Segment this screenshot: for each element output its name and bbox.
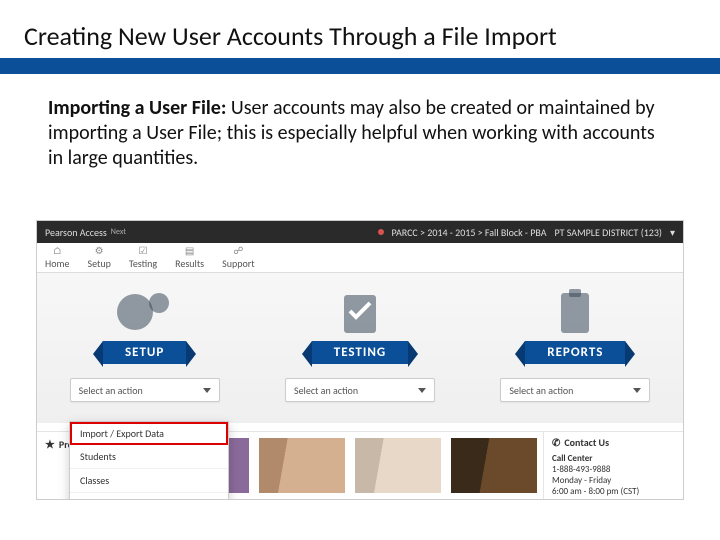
select-label: Select an action [509,384,573,397]
caret-down-icon: ▾ [670,226,675,239]
chart-icon: ▤ [184,246,196,256]
contact-sub: Call Center [552,453,675,464]
caret-down-icon [418,388,426,393]
hero-panels: SETUP Select an action TESTING Select an… [37,273,683,423]
checklist-icon [328,285,392,339]
context-breadcrumb[interactable]: PARCC > 2014 - 2015 > Fall Block - PBA [392,226,547,239]
nav-label: Testing [129,257,157,270]
dropdown-item-students[interactable]: Students [70,445,228,469]
embedded-screenshot: Pearson Access Next PARCC > 2014 - 2015 … [36,220,684,500]
nav-support[interactable]: ☍ Support [222,246,254,270]
body-text: Importing a User File: User accounts may… [48,96,672,171]
panel-ribbon: TESTING [312,341,408,364]
district-selector[interactable]: PT SAMPLE DISTRICT (123) [555,226,662,239]
setup-action-dropdown: Import / Export Data Students Classes Or… [69,421,229,500]
caret-down-icon [633,388,641,393]
panel-setup: SETUP Select an action [55,285,235,402]
dropdown-item-organizations[interactable]: Organizations [70,493,228,500]
nav-results[interactable]: ▤ Results [175,246,204,270]
nav-label: Results [175,257,204,270]
gears-icon [113,285,177,339]
contact-days: Monday - Friday [552,475,675,486]
home-icon: ⌂ [51,246,63,256]
nav-home[interactable]: ⌂ Home [45,246,69,270]
brand: Pearson Access Next [45,226,126,239]
caret-down-icon [203,388,211,393]
program-thumb[interactable] [259,438,345,493]
clipboard-icon [543,285,607,339]
contact-phone: 1-888-493-9888 [552,464,675,475]
support-icon: ☍ [232,246,244,256]
reports-action-select[interactable]: Select an action [500,378,650,402]
alert-indicator-icon[interactable] [378,229,384,235]
setup-action-select[interactable]: Select an action [70,378,220,402]
topbar-right: PARCC > 2014 - 2015 > Fall Block - PBA P… [378,226,675,239]
nav-label: Support [222,257,254,270]
dropdown-item-classes[interactable]: Classes [70,469,228,493]
select-label: Select an action [79,384,143,397]
nav-setup[interactable]: ⚙ Setup [87,246,110,270]
gear-icon: ⚙ [93,246,105,256]
slide-title: Creating New User Accounts Through a Fil… [24,20,563,58]
contact-panel: ✆ Contact Us Call Center 1-888-493-9888 … [543,432,683,499]
nav-label: Setup [87,257,110,270]
body-lead: Importing a User File: [48,96,226,120]
phone-icon: ✆ [552,436,560,449]
contact-title: Contact Us [564,436,609,449]
testing-action-select[interactable]: Select an action [285,378,435,402]
brand-suffix: Next [111,227,126,237]
panel-testing: TESTING Select an action [270,285,450,402]
panel-reports: REPORTS Select an action [485,285,665,402]
nav-testing[interactable]: ☑ Testing [129,246,157,270]
select-label: Select an action [294,384,358,397]
dropdown-item-import-export[interactable]: Import / Export Data [70,422,228,445]
check-icon: ☑ [137,246,149,256]
brand-name: Pearson Access [45,226,107,239]
star-icon: ★ [45,438,55,451]
app-topbar: Pearson Access Next PARCC > 2014 - 2015 … [37,221,683,243]
program-thumb[interactable] [355,438,441,493]
primary-nav: ⌂ Home ⚙ Setup ☑ Testing ▤ Results ☍ Sup… [37,243,683,273]
program-thumb[interactable] [451,438,537,493]
panel-ribbon: SETUP [103,341,186,364]
contact-header: ✆ Contact Us [552,436,675,449]
contact-hours: 6:00 am - 8:00 pm (CST) [552,486,675,497]
nav-label: Home [45,257,69,270]
slide: Creating New User Accounts Through a Fil… [0,0,720,540]
panel-ribbon: REPORTS [525,341,625,364]
